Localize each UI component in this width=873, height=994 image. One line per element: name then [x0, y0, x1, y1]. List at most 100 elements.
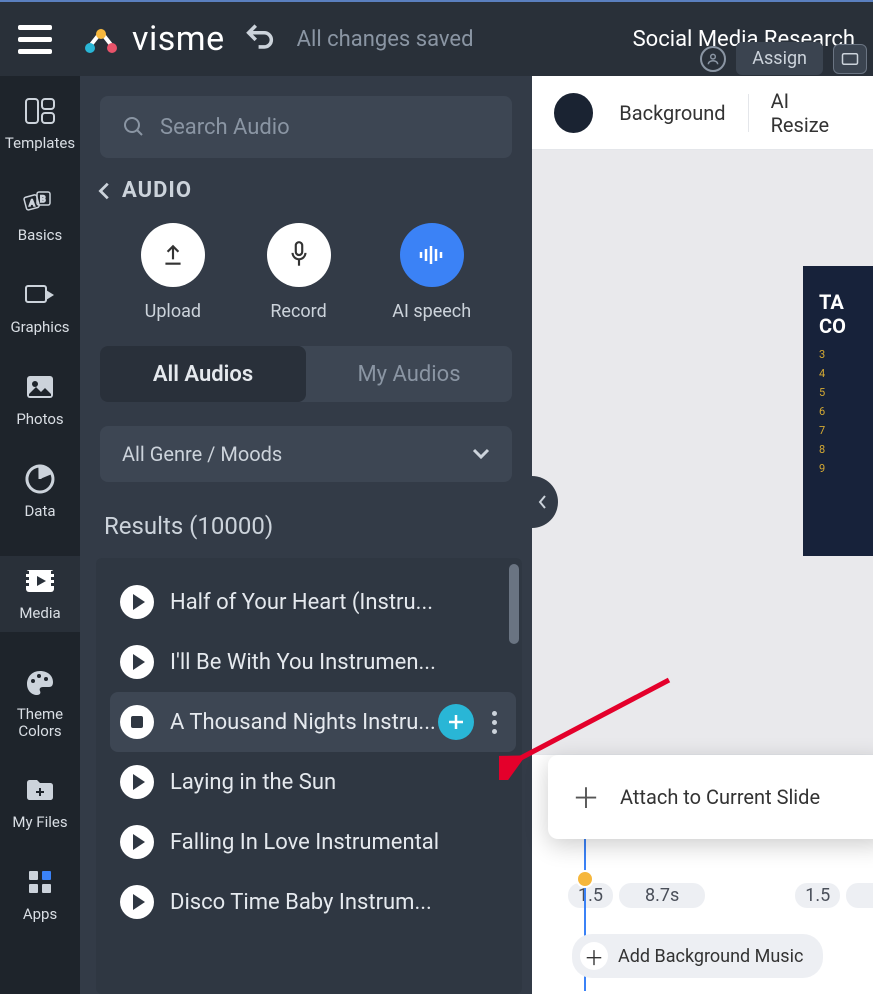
chevron-left-icon: [94, 180, 116, 202]
play-icon[interactable]: [120, 765, 154, 799]
brand-logo: visme: [80, 19, 225, 59]
track-name: Laying in the Sun: [170, 770, 506, 795]
canvas-toolbar: Background AI Resize: [532, 76, 873, 150]
undo-icon[interactable]: [243, 20, 277, 58]
record-label: Record: [270, 301, 326, 322]
more-options-icon[interactable]: [482, 711, 506, 734]
divider: [748, 94, 749, 132]
track-name: Falling In Love Instrumental: [170, 830, 506, 855]
sidebar-item-templates[interactable]: Templates: [0, 96, 80, 152]
background-label[interactable]: Background: [619, 101, 725, 125]
dropdown-label: All Genre / Moods: [122, 442, 282, 466]
assign-button[interactable]: Assign: [736, 42, 823, 75]
play-icon[interactable]: [120, 645, 154, 679]
time-segments: 1.5 8.7s 1.5 8.7s: [568, 883, 857, 908]
track-list: Half of Your Heart (Instru... I'll Be Wi…: [96, 558, 522, 994]
audio-panel: Search Audio AUDIO Upload Record AI spee…: [80, 76, 532, 994]
sidebar-item-label: Graphics: [10, 318, 69, 336]
sidebar-item-label: Data: [24, 502, 55, 520]
ai-speech-label: AI speech: [392, 301, 471, 322]
chevron-left-icon: [538, 494, 548, 510]
logo-mark-icon: [80, 25, 122, 53]
track-name: I'll Be With You Instrumen...: [170, 650, 506, 675]
sidebar-item-theme-colors[interactable]: Theme Colors: [0, 668, 80, 739]
popover-label: Attach to Current Slide: [620, 785, 820, 809]
present-button[interactable]: [833, 44, 867, 74]
track-row[interactable]: A Thousand Nights Instru...: [110, 692, 516, 752]
media-icon: [22, 566, 58, 596]
upload-button[interactable]: Upload: [141, 223, 205, 322]
track-name: Half of Your Heart (Instru...: [170, 590, 506, 615]
svg-text:B: B: [40, 195, 46, 205]
track-row[interactable]: I'll Be With You Instrumen...: [110, 632, 516, 692]
ai-resize-button[interactable]: AI Resize: [771, 89, 851, 137]
sidebar-item-label: My Files: [12, 813, 67, 831]
panel-breadcrumb[interactable]: AUDIO: [80, 178, 532, 223]
data-icon: [22, 464, 58, 494]
track-row[interactable]: Falling In Love Instrumental: [110, 812, 516, 872]
scrollbar[interactable]: [509, 564, 519, 644]
track-row[interactable]: Half of Your Heart (Instru...: [110, 572, 516, 632]
graphics-icon: [22, 280, 58, 310]
tab-my-audios[interactable]: My Audios: [306, 346, 512, 402]
templates-icon: [22, 96, 58, 126]
chevron-down-icon: [472, 448, 490, 460]
panel-title: AUDIO: [122, 178, 192, 203]
record-button[interactable]: Record: [267, 223, 331, 322]
play-icon[interactable]: [120, 585, 154, 619]
palette-icon: [22, 668, 58, 698]
ai-speech-button[interactable]: AI speech: [392, 223, 471, 322]
play-icon[interactable]: [120, 885, 154, 919]
play-icon[interactable]: [120, 825, 154, 859]
toc-num: 6: [819, 405, 857, 418]
add-track-button[interactable]: [438, 704, 474, 740]
slide-preview[interactable]: TA CO 3 4 5 6 7 8 9: [803, 266, 873, 556]
sidebar-item-apps[interactable]: Apps: [0, 867, 80, 923]
search-icon: [122, 115, 146, 139]
svg-text:A: A: [29, 199, 35, 209]
sidebar-item-label: Templates: [5, 134, 75, 152]
toc-num: 8: [819, 443, 857, 456]
basics-icon: AB: [22, 188, 58, 218]
sidebar-item-label: Theme Colors: [0, 706, 80, 739]
sidebar-item-data[interactable]: Data: [0, 464, 80, 520]
hamburger-menu-icon[interactable]: [10, 14, 60, 64]
user-icon[interactable]: [700, 46, 726, 72]
plus-icon: ＋: [572, 777, 600, 817]
sidebar-item-basics[interactable]: AB Basics: [0, 188, 80, 244]
audio-tabs: All Audios My Audios: [100, 346, 512, 402]
track-row[interactable]: Disco Time Baby Instrum...: [110, 872, 516, 932]
sidebar-item-my-files[interactable]: My Files: [0, 775, 80, 831]
slide-preview-title: TA CO: [819, 290, 857, 338]
attach-popover[interactable]: ＋ Attach to Current Slide: [548, 755, 873, 839]
canvas-area: Background AI Resize TA CO 3 4 5 6 7 8 9: [532, 76, 873, 754]
sidebar-item-label: Basics: [18, 226, 63, 244]
tab-all-audios[interactable]: All Audios: [100, 346, 306, 402]
genre-mood-dropdown[interactable]: All Genre / Moods: [100, 426, 512, 482]
search-input[interactable]: Search Audio: [100, 96, 512, 158]
save-status: All changes saved: [297, 27, 474, 52]
sidebar-item-label: Media: [19, 604, 60, 622]
add-background-music-button[interactable]: ＋ Add Background Music: [572, 934, 823, 978]
background-color-swatch[interactable]: [554, 93, 593, 133]
stop-icon[interactable]: [120, 705, 154, 739]
sidebar-item-graphics[interactable]: Graphics: [0, 280, 80, 336]
plus-icon: ＋: [580, 942, 608, 970]
bg-music-label: Add Background Music: [618, 946, 803, 967]
left-sidebar: Templates AB Basics Graphics Photos Data…: [0, 76, 80, 994]
toc-num: 5: [819, 386, 857, 399]
sidebar-item-label: Photos: [16, 410, 63, 428]
sidebar-item-label: Apps: [23, 905, 57, 923]
photos-icon: [22, 372, 58, 402]
track-row[interactable]: Laying in the Sun: [110, 752, 516, 812]
microphone-icon: [286, 240, 312, 270]
toc-num: 9: [819, 462, 857, 475]
track-name: A Thousand Nights Instru...: [170, 710, 438, 735]
sidebar-item-photos[interactable]: Photos: [0, 372, 80, 428]
seg-start: 1.5: [568, 883, 613, 908]
sidebar-item-media[interactable]: Media: [0, 556, 80, 632]
brand-name: visme: [132, 19, 225, 59]
toc-num: 4: [819, 367, 857, 380]
playhead-marker-icon: [576, 870, 594, 888]
seg-start: 1.5: [795, 883, 840, 908]
